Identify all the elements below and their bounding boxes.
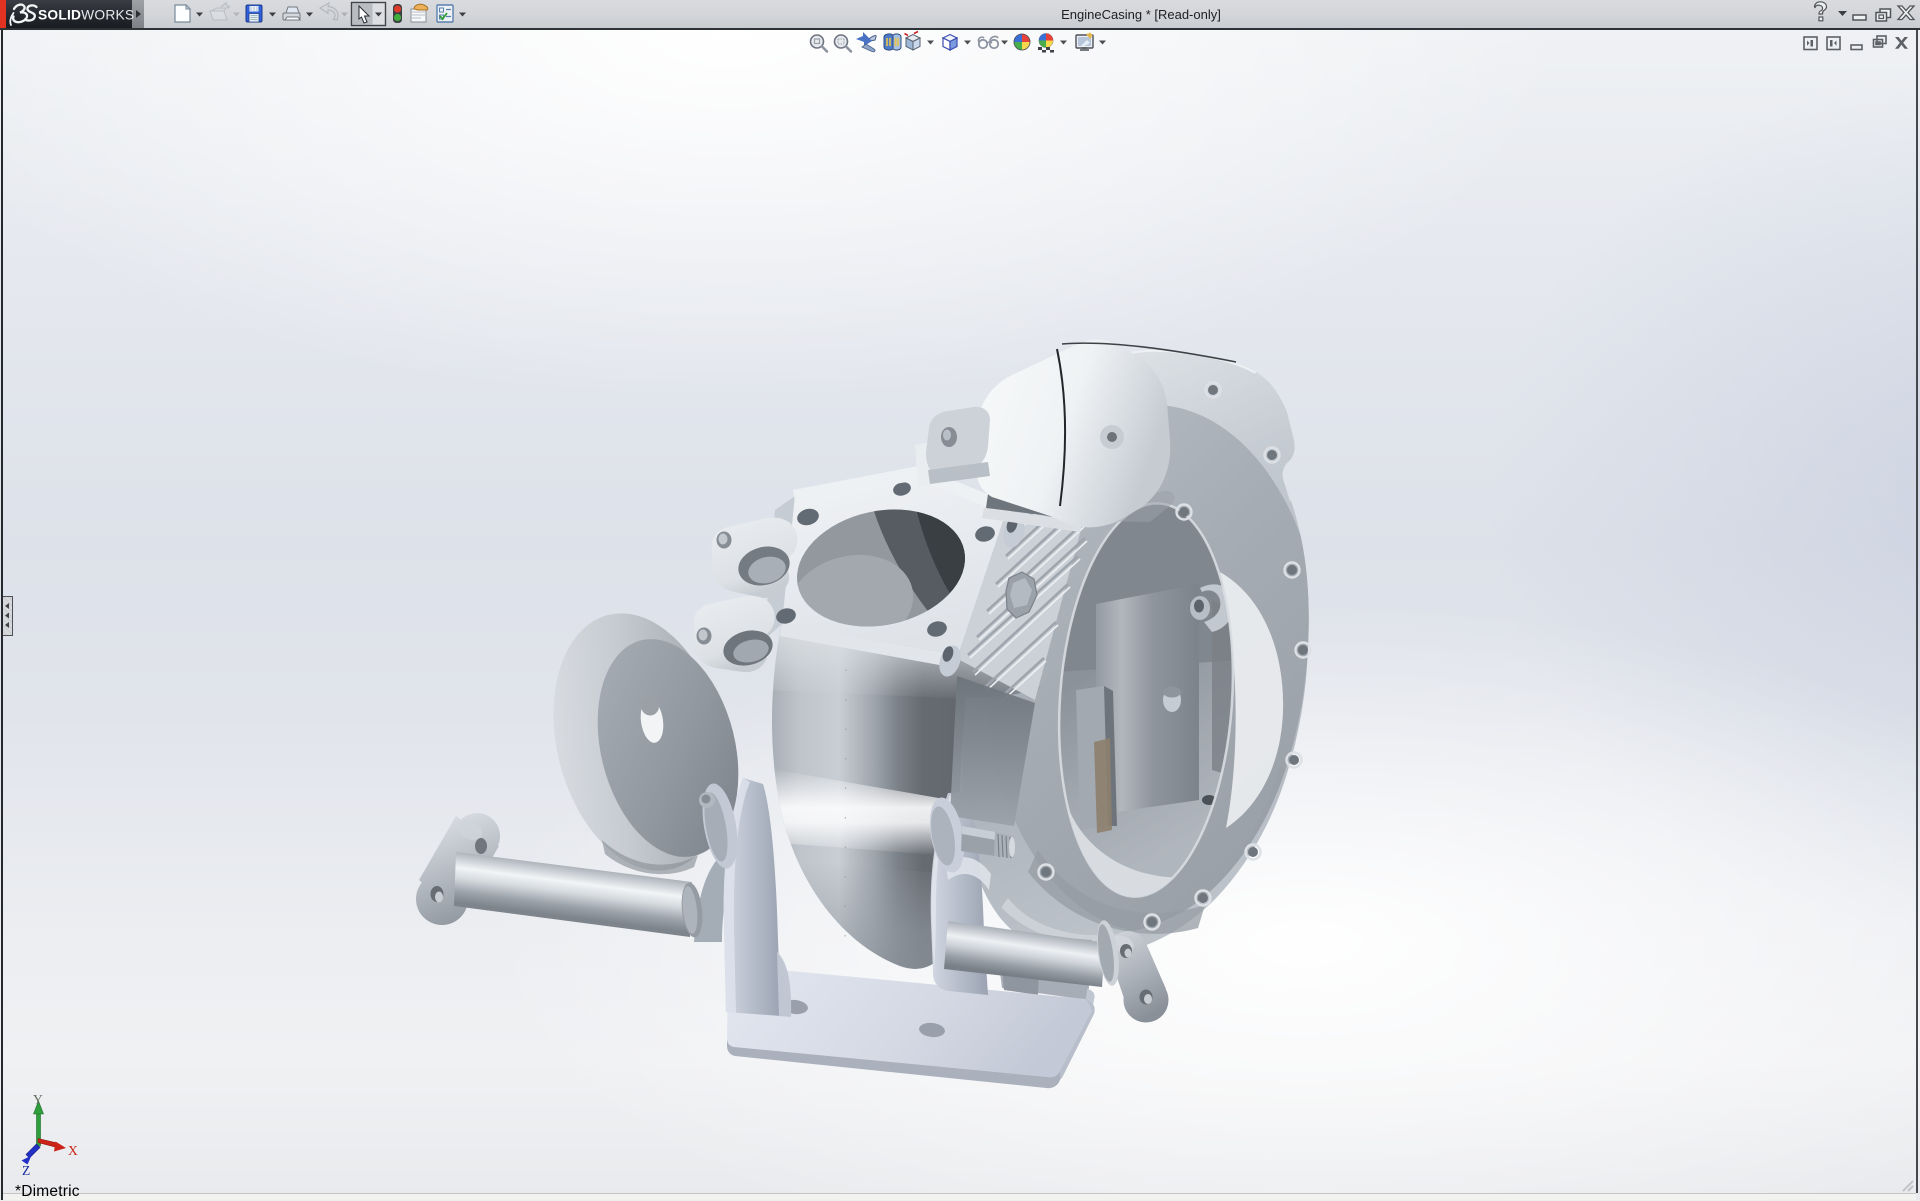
svg-text:X: X — [68, 1143, 78, 1158]
svg-text:Y: Y — [33, 1092, 43, 1107]
svg-text:SOLIDWORKS: SOLIDWORKS — [38, 8, 134, 23]
svg-text:Z: Z — [22, 1163, 30, 1178]
